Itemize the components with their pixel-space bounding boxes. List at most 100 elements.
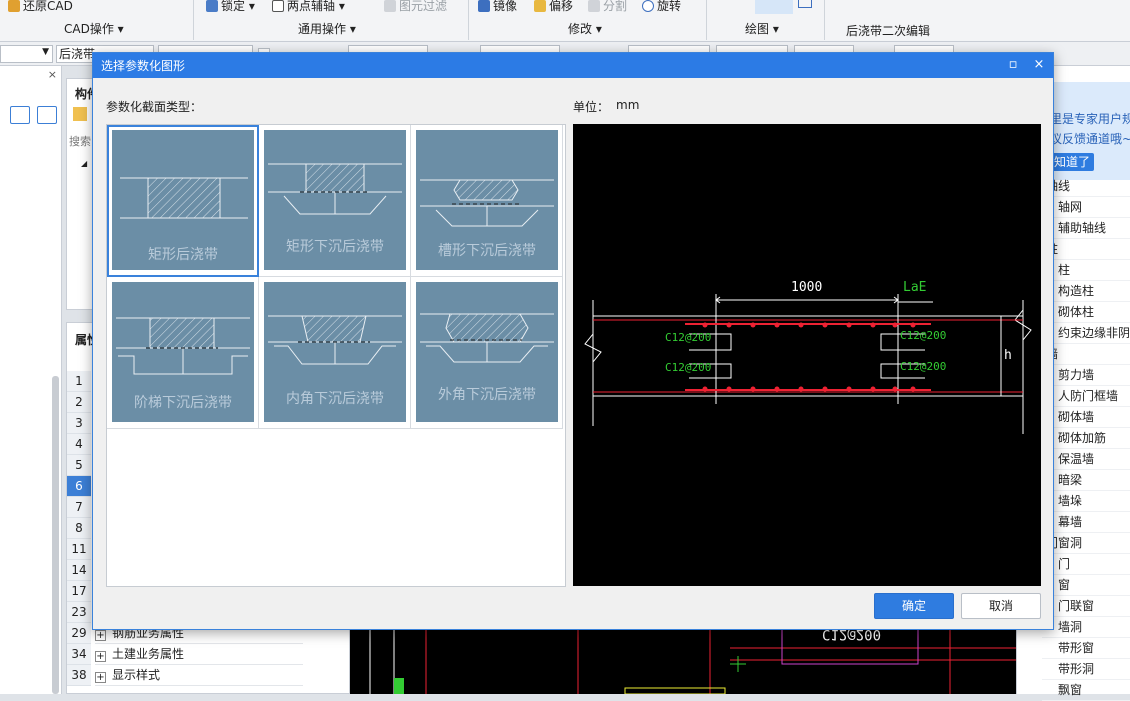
- property-group-row[interactable]: + 显示样式: [95, 665, 303, 686]
- floor-select[interactable]: ▼: [0, 45, 53, 63]
- tree-item[interactable]: 墙垛: [1042, 491, 1130, 512]
- shape-label: 槽形下沉后浇带: [438, 243, 536, 259]
- shape-option-trough-sunk[interactable]: 槽形下沉后浇带: [411, 125, 563, 277]
- shape-option-step-sunk[interactable]: 阶梯下沉后浇带: [107, 277, 259, 429]
- tree-item[interactable]: 柱: [1042, 260, 1130, 281]
- rebar-label-top-left: C12@200: [665, 331, 712, 344]
- tree-item[interactable]: 窗: [1042, 575, 1130, 596]
- split-button[interactable]: 分割: [588, 0, 627, 14]
- property-row-number[interactable]: 23: [67, 602, 91, 623]
- shape-thumbnail: 槽形下沉后浇带: [416, 130, 558, 270]
- group-modify[interactable]: 修改 ▾: [568, 20, 602, 37]
- group-draw[interactable]: 绘图 ▾: [745, 20, 779, 37]
- close-icon[interactable]: ×: [48, 68, 57, 81]
- cancel-button[interactable]: 取消: [961, 593, 1041, 619]
- rotate-button[interactable]: 旋转: [642, 0, 681, 14]
- tree-item[interactable]: 带形窗: [1042, 638, 1130, 659]
- tree-item[interactable]: 砌体加筋: [1042, 428, 1130, 449]
- property-row-number[interactable]: 8: [67, 518, 91, 539]
- tree-item[interactable]: 带形洞: [1042, 659, 1130, 680]
- shape-option-rect-sunk[interactable]: 矩形下沉后浇带: [259, 125, 411, 277]
- property-row-number[interactable]: 3: [67, 413, 91, 434]
- group-cad-ops[interactable]: CAD操作 ▾: [64, 20, 124, 37]
- shape-option-rect[interactable]: 矩形后浇带: [107, 125, 259, 277]
- tree-item[interactable]: 门联窗: [1042, 596, 1130, 617]
- split-icon: [588, 0, 600, 12]
- detail-view-icon[interactable]: [37, 106, 57, 124]
- tree-item[interactable]: 墙洞: [1042, 617, 1130, 638]
- tree-item[interactable]: 辅助轴线: [1042, 218, 1130, 239]
- lock-button[interactable]: 锁定 ▾: [206, 0, 255, 14]
- property-row-number[interactable]: 14: [67, 560, 91, 581]
- close-icon[interactable]: ×: [1029, 56, 1049, 74]
- shape-label: 矩形后浇带: [148, 247, 218, 263]
- tree-expand-icon[interactable]: ◢: [81, 159, 87, 168]
- tree-item[interactable]: 约束边缘非阴: [1042, 323, 1130, 344]
- tree-item[interactable]: 人防门框墙: [1042, 386, 1130, 407]
- tree-item[interactable]: 门: [1042, 554, 1130, 575]
- two-point-aux-button[interactable]: 两点辅轴 ▾: [272, 0, 345, 14]
- tree-group[interactable]: 墙: [1042, 344, 1130, 365]
- offset-button[interactable]: 偏移: [534, 0, 573, 14]
- property-row-number[interactable]: 4: [67, 434, 91, 455]
- restore-cad-button[interactable]: 还原CAD: [8, 0, 73, 14]
- unit-value: mm: [616, 98, 640, 112]
- maximize-icon[interactable]: ▫: [1003, 56, 1023, 74]
- tree-item[interactable]: 剪力墙: [1042, 365, 1130, 386]
- expand-plus-icon[interactable]: +: [95, 672, 106, 683]
- dim-width-label: 1000: [791, 280, 823, 295]
- mirror-button[interactable]: 镜像: [478, 0, 517, 14]
- element-filter-button[interactable]: 图元过滤: [384, 0, 447, 14]
- offset-icon: [534, 0, 546, 12]
- group-general-ops[interactable]: 通用操作 ▾: [298, 20, 356, 37]
- shape-thumbnail: 矩形下沉后浇带: [264, 130, 406, 270]
- property-row-number[interactable]: 1: [67, 371, 91, 392]
- property-row-number[interactable]: 17: [67, 581, 91, 602]
- tree-item[interactable]: 飘窗: [1042, 680, 1130, 701]
- dialog-title-bar: 选择参数化图形 ▫ ×: [93, 53, 1053, 78]
- tree-item[interactable]: 保温墙: [1042, 449, 1130, 470]
- property-row-number[interactable]: 5: [67, 455, 91, 476]
- shape-gallery: 矩形后浇带 矩形下沉后浇带 槽形下沉后浇带 阶梯下沉后浇带 内角下沉后浇带 外角…: [106, 124, 566, 587]
- cad-icon: [8, 0, 20, 12]
- ribbon-separator: [706, 0, 707, 40]
- draw-tool-highlight[interactable]: [755, 0, 793, 14]
- rotate-icon: [642, 0, 654, 12]
- tree-item[interactable]: 砌体柱: [1042, 302, 1130, 323]
- tree-group[interactable]: 门窗洞: [1042, 533, 1130, 554]
- section-type-label: 参数化截面类型：: [106, 100, 203, 114]
- shape-option-inner-corner-sunk[interactable]: 内角下沉后浇带: [259, 277, 411, 429]
- tree-item[interactable]: 暗梁: [1042, 470, 1130, 491]
- property-row-number[interactable]: 38: [67, 665, 91, 686]
- shape-label: 内角下沉后浇带: [286, 391, 384, 407]
- tree-group[interactable]: 轴线: [1042, 176, 1130, 197]
- property-group-row[interactable]: + 土建业务属性: [95, 644, 303, 665]
- ok-button[interactable]: 确定: [874, 593, 954, 619]
- property-row-number[interactable]: 7: [67, 497, 91, 518]
- new-component-icon[interactable]: [73, 107, 87, 121]
- draw-rect-icon[interactable]: [798, 0, 812, 8]
- property-row-number[interactable]: 11: [67, 539, 91, 560]
- tip-dismiss-button[interactable]: 知道了: [1050, 153, 1095, 171]
- expand-plus-icon[interactable]: +: [95, 630, 106, 641]
- tip-text-line2: 议反馈通道哦~: [1050, 132, 1130, 146]
- tree-item[interactable]: 轴网: [1042, 197, 1130, 218]
- scrollbar[interactable]: [52, 376, 59, 694]
- property-row-number[interactable]: 6: [67, 476, 91, 497]
- tree-group[interactable]: 柱: [1042, 239, 1130, 260]
- shape-option-outer-corner-sunk[interactable]: 外角下沉后浇带: [411, 277, 563, 429]
- cad-drawing-canvas[interactable]: C12@200: [350, 619, 1016, 695]
- group-secondary-edit[interactable]: 后浇带二次编辑: [846, 22, 930, 39]
- property-row-number[interactable]: 29: [67, 623, 91, 644]
- list-view-icon[interactable]: [10, 106, 30, 124]
- rebar-label-top-right: C12@200: [900, 329, 947, 342]
- tree-item[interactable]: 幕墙: [1042, 512, 1130, 533]
- tree-item[interactable]: 砌体墙: [1042, 407, 1130, 428]
- post-pour-band-preview: [584, 294, 1032, 434]
- ribbon-separator: [468, 0, 469, 40]
- property-row-number[interactable]: 34: [67, 644, 91, 665]
- property-row-number[interactable]: 2: [67, 392, 91, 413]
- expand-plus-icon[interactable]: +: [95, 651, 106, 662]
- shape-label: 矩形下沉后浇带: [286, 239, 384, 255]
- tree-item[interactable]: 构造柱: [1042, 281, 1130, 302]
